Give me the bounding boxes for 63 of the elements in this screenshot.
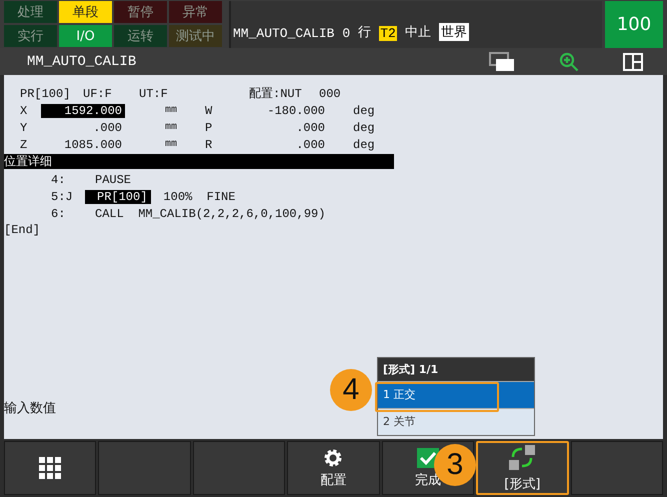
line-number: 4:: [51, 172, 66, 186]
status-indicator: 异常: [169, 1, 222, 23]
line-number: 6:: [51, 206, 66, 220]
status-indicator: 暂停: [114, 1, 167, 23]
windows-icon[interactable]: [489, 52, 515, 72]
axis-label: P: [205, 120, 214, 134]
section-header: 位置详细: [4, 154, 394, 169]
program-name: MM_AUTO_CALIB: [233, 26, 334, 41]
axis-label: Z: [20, 138, 28, 152]
status-indicator: 测试中: [169, 25, 222, 47]
instruction-text[interactable]: CALL MM_CALIB(2,2,2,6,0,100,99): [93, 206, 328, 220]
unit-label: mm: [165, 139, 178, 150]
tool-frame: UT:F: [139, 86, 249, 100]
instruction-text[interactable]: PR[100]: [85, 190, 152, 204]
unit-label: mm: [165, 105, 178, 116]
checkmark-icon: [416, 448, 439, 468]
line-number: 0: [342, 26, 350, 41]
line-number: 5:J: [51, 190, 74, 204]
value-field[interactable]: .000: [235, 138, 325, 152]
mode-badge: T2: [379, 26, 397, 41]
value-field[interactable]: 1085.000: [41, 138, 125, 152]
grid-icon: [39, 457, 62, 479]
axis-label: X: [20, 104, 28, 118]
frame-badge: 世界: [438, 23, 469, 41]
user-frame: UF:F: [83, 86, 139, 100]
settings-icon: [323, 448, 344, 468]
status-indicator: 实行: [4, 25, 57, 47]
function-key[interactable]: [形式]: [476, 441, 569, 495]
value-field[interactable]: .000: [235, 120, 325, 134]
status-indicator: I/O: [59, 25, 112, 47]
function-key[interactable]: [4, 441, 96, 495]
status-indicator: 处理: [4, 1, 57, 23]
end-marker: [End]: [4, 222, 42, 239]
unit-label: mm: [165, 122, 178, 133]
popup-title: [形式] 1/1: [378, 358, 534, 381]
zoom-icon[interactable]: [559, 52, 579, 72]
split-view-icon[interactable]: [623, 52, 643, 70]
instruction-text[interactable]: PAUSE: [93, 172, 134, 186]
axis-label: W: [205, 104, 214, 118]
axis-label: R: [205, 138, 214, 152]
function-key[interactable]: 配置: [287, 441, 380, 495]
register-label: PR[100]: [20, 86, 72, 100]
line-label: 行: [358, 24, 372, 41]
prompt-text: 输入数值: [4, 400, 57, 417]
screen-title: MM_AUTO_CALIB: [27, 54, 136, 70]
value-field[interactable]: -180.000: [235, 104, 325, 118]
value-field[interactable]: 1592.000: [41, 104, 125, 118]
unit-label: deg: [353, 120, 375, 134]
value-field[interactable]: .000: [41, 120, 125, 134]
status-indicator: 运转: [114, 25, 167, 47]
menu-item[interactable]: 2 关节: [378, 408, 534, 435]
menu-item[interactable]: 1 正交: [378, 381, 534, 408]
step-number-badge: 4: [330, 369, 372, 411]
override-display[interactable]: 100: [605, 1, 663, 48]
instruction-text: 100% FINE: [163, 190, 236, 204]
config-label: 配置:NUT: [249, 86, 303, 102]
config-value: 000: [319, 86, 341, 100]
unit-label: deg: [353, 104, 375, 118]
run-state: 中止: [404, 24, 431, 41]
unit-label: deg: [353, 138, 375, 152]
switch-icon: [507, 444, 538, 472]
status-indicator: 单段: [59, 1, 112, 23]
axis-label: Y: [20, 120, 28, 134]
